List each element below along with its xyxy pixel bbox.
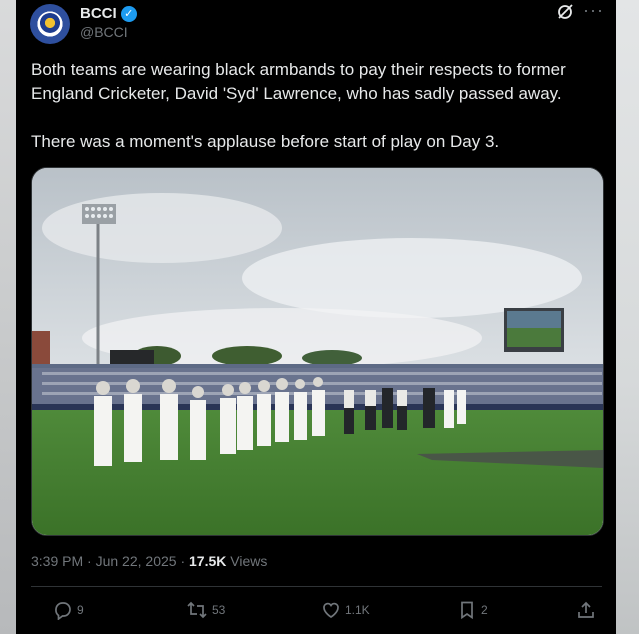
like-button[interactable]: 1.1K (321, 600, 370, 620)
reply-count: 9 (77, 603, 84, 617)
background-right (616, 0, 639, 634)
tweet-paragraph-1: Both teams are wearing black armbands to… (31, 60, 566, 103)
stadium-photo-icon (32, 168, 603, 535)
tweet-paragraph-2: There was a moment's applause before sta… (31, 132, 500, 151)
tweet-date[interactable]: Jun 22, 2025 (96, 553, 177, 569)
tweet-card: BCCI ✓ @BCCI ··· Both teams are wearing … (16, 0, 616, 634)
heart-icon (323, 602, 339, 618)
reply-button[interactable]: 9 (53, 600, 84, 620)
views-label: Views (230, 553, 268, 569)
background-left (0, 0, 16, 634)
reply-icon (55, 602, 71, 620)
share-icon (578, 601, 594, 618)
views-count: 17.5K (189, 553, 227, 569)
repost-icon (187, 601, 207, 619)
bookmark-count: 2 (481, 603, 488, 617)
meta-separator: · (87, 553, 92, 569)
author-name[interactable]: BCCI (80, 5, 117, 22)
avatar[interactable] (30, 4, 70, 44)
divider (31, 586, 602, 587)
action-bar: 9 53 1.1K 2 (31, 600, 602, 626)
tweet-photo[interactable] (31, 167, 604, 536)
more-options-icon[interactable]: ··· (583, 0, 604, 21)
author-row: BCCI ✓ (80, 5, 137, 22)
bcci-logo-icon (39, 13, 61, 35)
author-handle[interactable]: @BCCI (80, 24, 128, 40)
tweet-time[interactable]: 3:39 PM (31, 553, 83, 569)
share-button[interactable] (576, 600, 596, 620)
repost-count: 53 (212, 603, 226, 617)
verified-badge-icon: ✓ (120, 5, 137, 22)
tweet-text: Both teams are wearing black armbands to… (31, 58, 606, 178)
bookmark-button[interactable]: 2 (457, 600, 488, 620)
like-count: 1.1K (345, 603, 370, 617)
tweet-meta: 3:39 PM · Jun 22, 2025 · 17.5K Views (31, 553, 267, 569)
repost-button[interactable]: 53 (186, 600, 225, 620)
grok-icon[interactable] (556, 3, 574, 21)
bookmark-icon (461, 601, 473, 620)
meta-separator-2: · (180, 553, 186, 569)
